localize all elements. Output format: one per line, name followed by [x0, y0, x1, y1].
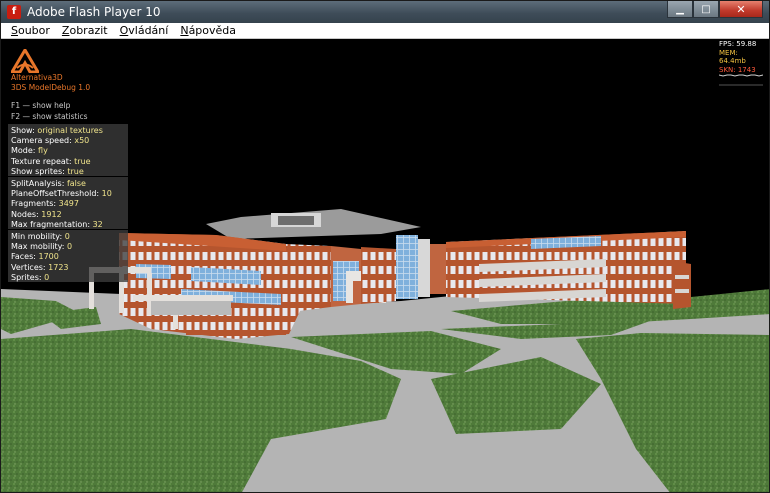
- analysis-label: SplitAnalysis:: [11, 179, 67, 188]
- menu-bar: Soubor Zobrazit Ovládání Nápověda: [1, 23, 769, 39]
- setting-label: Show:: [11, 126, 38, 135]
- geometry-label: Sprites:: [11, 272, 45, 282]
- analysis-value: 10: [101, 189, 112, 199]
- setting-label: Camera speed:: [11, 136, 75, 146]
- maximize-button[interactable]: □: [693, 1, 719, 18]
- window-title: Adobe Flash Player 10: [27, 5, 161, 19]
- analysis-value: 3497: [58, 199, 79, 209]
- setting-value: original textures: [37, 126, 103, 135]
- maximize-icon: □: [701, 3, 711, 15]
- geometry-row: Faces: 1700: [11, 252, 125, 262]
- geometry-value: 0: [64, 232, 70, 241]
- help-line-f1: F1 — show help: [11, 101, 71, 110]
- building-center: [361, 247, 396, 304]
- setting-value: true: [67, 166, 84, 176]
- menu-soubor[interactable]: Soubor: [11, 23, 50, 38]
- geometry-value: 1700: [38, 252, 59, 262]
- balcony: [675, 275, 689, 279]
- building-base: [151, 301, 231, 315]
- fps-readout: FPS: 59.88: [719, 40, 757, 48]
- roof-structure: [278, 216, 314, 225]
- geometry-label: Faces:: [11, 252, 39, 262]
- setting-row: Camera speed: x50: [11, 136, 125, 146]
- setting-row: Show sprites: true: [11, 167, 125, 177]
- geometry-row: Min mobility: 0: [11, 232, 125, 242]
- analysis-value: 1912: [41, 209, 62, 219]
- performance-graph: [719, 74, 763, 86]
- window-controls: ▁ □ ✕: [667, 1, 763, 18]
- title-bar[interactable]: f Adobe Flash Player 10 ▁ □ ✕: [1, 1, 769, 23]
- porch-frame: [133, 295, 233, 301]
- brand-name: Alternativa3D: [11, 73, 63, 82]
- analysis-row: Nodes: 1912: [11, 210, 125, 220]
- geometry-label: Max mobility:: [11, 242, 68, 252]
- setting-value: x50: [74, 136, 90, 146]
- geometry-row: Max mobility: 0: [11, 242, 125, 252]
- analysis-value: 32: [92, 219, 103, 229]
- setting-value: true: [74, 156, 91, 166]
- flash-icon: f: [7, 5, 21, 19]
- brand-version: 3DS ModelDebug 1.0: [11, 83, 91, 92]
- analysis-panel: SplitAnalysis: false PlaneOffsetThreshol…: [8, 177, 128, 229]
- analysis-label: PlaneOffsetThreshold:: [11, 189, 102, 199]
- setting-label: Show sprites:: [11, 166, 68, 176]
- help-text: F1 — show help F2 — show statistics: [11, 100, 88, 122]
- geometry-value: 1723: [48, 262, 69, 272]
- geometry-value: 0: [67, 242, 73, 252]
- setting-row: Show: original textures: [11, 126, 125, 136]
- menu-zobrazit[interactable]: Zobrazit: [62, 23, 108, 38]
- 3d-viewport[interactable]: Alternativa3D 3DS ModelDebug 1.0 F1 — sh…: [1, 39, 769, 492]
- analysis-label: Fragments:: [11, 199, 59, 209]
- building-right-end: [673, 261, 691, 309]
- setting-label: Mode:: [11, 146, 39, 156]
- geometry-row: Sprites: 0: [11, 273, 125, 283]
- menu-ovladani[interactable]: Ovládání: [120, 23, 169, 38]
- geometry-label: Vertices:: [11, 262, 49, 272]
- close-button[interactable]: ✕: [719, 1, 763, 18]
- setting-value: fly: [38, 146, 48, 156]
- balcony: [675, 289, 689, 293]
- analysis-label: Max fragmentation:: [11, 219, 93, 229]
- stats-monitor: FPS: 59.88 MEM: 64.4mb SKN: 1743: [717, 39, 765, 92]
- analysis-row: PlaneOffsetThreshold: 10: [11, 189, 125, 199]
- close-icon: ✕: [736, 2, 746, 16]
- analysis-value: false: [66, 179, 86, 188]
- analysis-row: Max fragmentation: 32: [11, 220, 125, 230]
- analysis-label: Nodes:: [11, 209, 42, 219]
- settings-panel: Show: original textures Camera speed: x5…: [8, 124, 128, 176]
- analysis-row: Fragments: 3497: [11, 199, 125, 209]
- analysis-row: SplitAnalysis: false: [11, 179, 125, 189]
- geometry-value: 0: [44, 272, 50, 282]
- minimize-icon: ▁: [676, 3, 684, 15]
- glass-tower: [396, 235, 418, 299]
- glass-tower: [430, 244, 446, 294]
- menu-napoveda[interactable]: Nápověda: [180, 23, 236, 38]
- flash-player-window: f Adobe Flash Player 10 ▁ □ ✕ Soubor Zob…: [0, 0, 770, 493]
- mem-readout: MEM: 64.4mb: [719, 48, 746, 66]
- minimize-button[interactable]: ▁: [667, 1, 693, 18]
- geometry-label: Min mobility:: [11, 232, 65, 241]
- help-line-f2: F2 — show statistics: [11, 112, 88, 121]
- setting-row: Texture repeat: true: [11, 157, 125, 167]
- building-base: [186, 315, 286, 335]
- geometry-panel: Min mobility: 0 Max mobility: 0 Faces: 1…: [8, 230, 128, 282]
- alternativa-logo-icon: [11, 49, 39, 73]
- setting-label: Texture repeat:: [11, 156, 75, 166]
- geometry-row: Vertices: 1723: [11, 263, 125, 273]
- setting-row: Mode: fly: [11, 146, 125, 156]
- glass-tower: [418, 239, 430, 297]
